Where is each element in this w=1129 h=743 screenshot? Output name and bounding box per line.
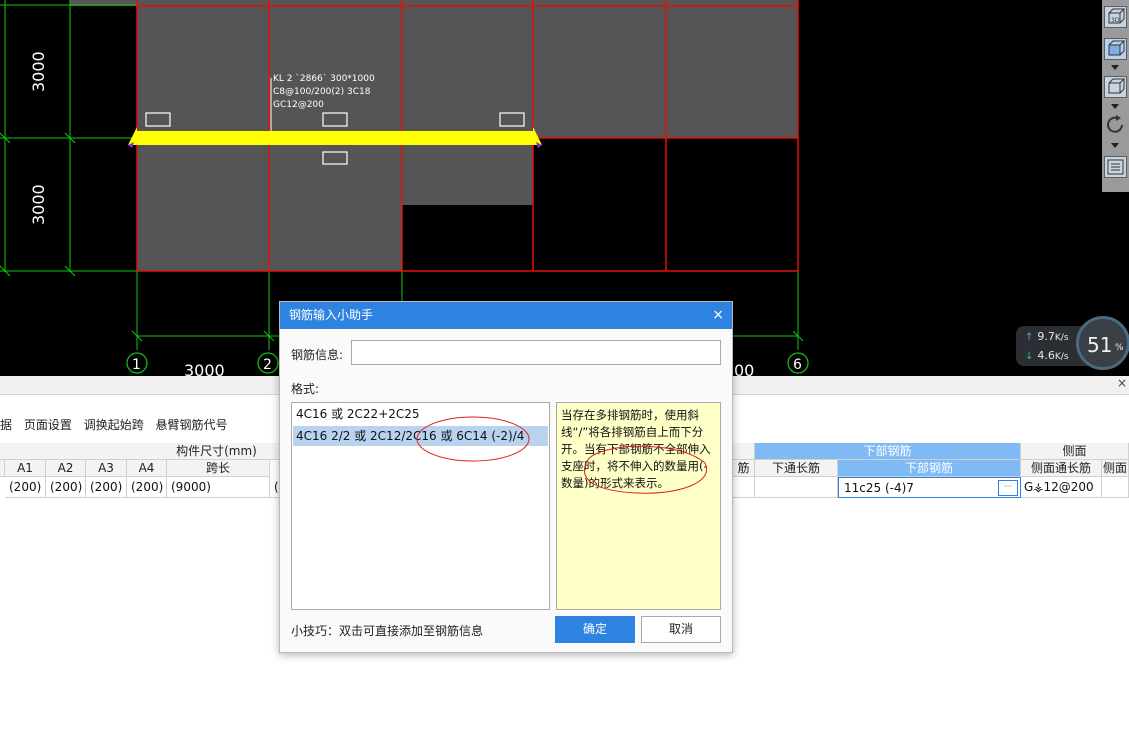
chevron-down-icon[interactable] bbox=[1111, 65, 1119, 70]
cell-rebar[interactable] bbox=[733, 477, 755, 498]
download-speed: ↓ 4.6K/s bbox=[1025, 349, 1069, 362]
axis-label-6: 6 bbox=[793, 357, 802, 373]
beam-annotation-line2: C8@100/200(2) 3C18 bbox=[273, 87, 371, 97]
cell-bottom-through[interactable] bbox=[755, 477, 838, 498]
col-header-span-length[interactable]: 跨长 bbox=[167, 460, 270, 477]
beam-annotation-line1: KL 2 `2866` 300*1000 bbox=[273, 73, 375, 84]
dialog-close-button[interactable]: × bbox=[712, 302, 724, 329]
cell-span-length[interactable]: (9000) bbox=[167, 477, 270, 498]
dialog-title: 钢筋输入小助手 bbox=[289, 308, 374, 322]
cpu-unit: % bbox=[1115, 343, 1124, 353]
col-header-rebar[interactable]: 筋 bbox=[733, 460, 755, 477]
col-header-bottom-rebar[interactable]: 下部钢筋 bbox=[838, 460, 1021, 477]
dimension-bottom-right: 00 bbox=[734, 361, 754, 376]
hint-text: 小技巧：双击可直接添加至钢筋信息 bbox=[291, 624, 484, 638]
cancel-button[interactable]: 取消 bbox=[641, 616, 721, 643]
cell-side[interactable] bbox=[1102, 477, 1129, 498]
beam-end-left bbox=[128, 127, 137, 145]
toolbar-item-data[interactable]: 据 bbox=[0, 414, 12, 436]
upload-arrow-icon: ↑ bbox=[1025, 332, 1034, 343]
toolbar-item-cantilever-code[interactable]: 悬臂钢筋代号 bbox=[156, 414, 228, 436]
format-label: 格式: bbox=[291, 382, 320, 396]
selected-beam[interactable] bbox=[137, 131, 533, 145]
format-list: 4C16 或 2C22+2C25 4C16 2/2 或 2C12/2C16 或 … bbox=[291, 402, 550, 610]
col-header-side-through[interactable]: 侧面通长筋 bbox=[1021, 460, 1102, 477]
cell-side-through[interactable]: G⚶12@200 bbox=[1021, 477, 1102, 498]
top-view-icon[interactable] bbox=[1104, 38, 1127, 60]
tip-text: 当存在多排钢筋时，使用斜线“/”将各排钢筋自上而下分开。当有下部钢筋不全部伸入支… bbox=[561, 408, 711, 490]
cell-a2[interactable]: (200) bbox=[46, 477, 86, 498]
header-side-group: 侧面 bbox=[1021, 443, 1129, 460]
col-header-a3[interactable]: A3 bbox=[86, 460, 127, 477]
col-header-a4[interactable]: A4 bbox=[127, 460, 167, 477]
dimension-left-lower: 3000 bbox=[29, 184, 48, 225]
cell-a4[interactable]: (200) bbox=[127, 477, 167, 498]
cell-a1[interactable]: (200) bbox=[5, 477, 46, 498]
3d-view-icon[interactable]: 3D bbox=[1104, 6, 1127, 28]
cpu-gauge[interactable]: 51 % bbox=[1076, 316, 1129, 370]
rebar-input-dialog: 钢筋输入小助手 × 钢筋信息: 格式: 4C16 或 2C22+2C25 4C1… bbox=[279, 301, 733, 653]
layer-panel-icon[interactable] bbox=[1104, 156, 1127, 178]
info-label: 钢筋信息: bbox=[291, 348, 344, 362]
header-bottom-rebar-group: 下部钢筋 bbox=[755, 443, 1021, 460]
col-header-a2[interactable]: A2 bbox=[46, 460, 86, 477]
dialog-titlebar[interactable]: 钢筋输入小助手 × bbox=[280, 302, 732, 329]
rotate-icon[interactable] bbox=[1104, 114, 1127, 136]
chevron-down-icon[interactable] bbox=[1111, 143, 1119, 148]
view-toolbar: 3D bbox=[1102, 0, 1129, 192]
toolbar-item-swap-start-span[interactable]: 调换起始跨 bbox=[84, 414, 144, 436]
format-item[interactable]: 4C16 或 2C22+2C25 bbox=[293, 404, 548, 424]
cube-view-icon[interactable] bbox=[1104, 76, 1127, 98]
download-arrow-icon: ↓ bbox=[1025, 351, 1034, 362]
svg-text:3D: 3D bbox=[1111, 17, 1120, 24]
col-header-side[interactable]: 侧面 bbox=[1102, 460, 1129, 477]
col-header-a1[interactable]: A1 bbox=[5, 460, 46, 477]
ellipsis-button[interactable]: ··· bbox=[998, 480, 1018, 496]
format-item-selected[interactable]: 4C16 2/2 或 2C12/2C16 或 6C14 (-2)/4 bbox=[293, 426, 548, 446]
dimension-left-upper: 3000 bbox=[29, 51, 48, 92]
axis-label-1: 1 bbox=[132, 357, 141, 373]
bottom-rebar-value: 11c25 (-4)7 bbox=[844, 481, 914, 495]
slab-hole bbox=[402, 205, 533, 271]
cpu-value: 51 bbox=[1087, 333, 1113, 357]
beam-annotation-line3: GC12@200 bbox=[273, 100, 324, 110]
upload-speed: ↑ 9.7K/s bbox=[1025, 330, 1069, 343]
tip-box: 当存在多排钢筋时，使用斜线“/”将各排钢筋自上而下分开。当有下部钢筋不全部伸入支… bbox=[556, 402, 721, 610]
slab-top bbox=[137, 0, 798, 138]
dimension-bottom: 3000 bbox=[184, 361, 225, 376]
axis-label-2: 2 bbox=[263, 357, 272, 373]
cell-bottom-rebar-editor[interactable]: 11c25 (-4)7 ··· bbox=[838, 477, 1021, 498]
chevron-down-icon[interactable] bbox=[1111, 104, 1119, 109]
panel-close-button[interactable]: × bbox=[1117, 376, 1127, 390]
rebar-info-input[interactable] bbox=[351, 340, 721, 365]
ok-button[interactable]: 确定 bbox=[555, 616, 635, 643]
header-blank bbox=[733, 443, 755, 460]
cell-a3[interactable]: (200) bbox=[86, 477, 127, 498]
col-header-bottom-through[interactable]: 下通长筋 bbox=[755, 460, 838, 477]
toolbar-item-page-setup[interactable]: 页面设置 bbox=[24, 414, 72, 436]
